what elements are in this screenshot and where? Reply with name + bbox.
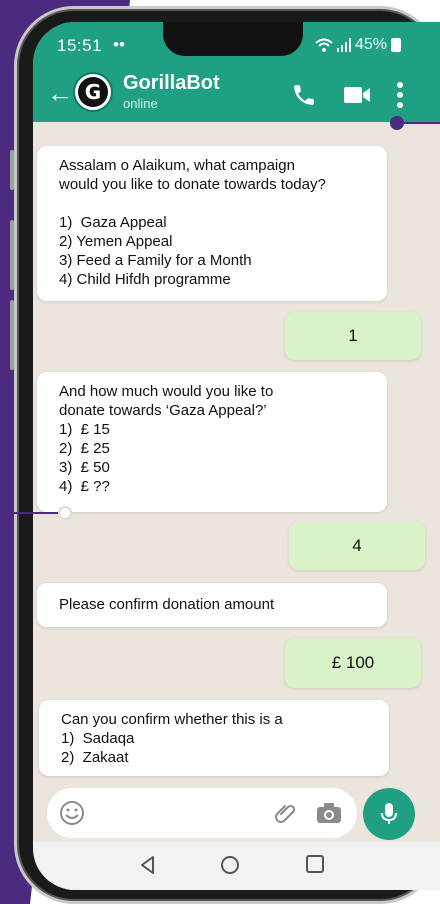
message-line: 3) Feed a Family for a Month [59,252,252,269]
message-input[interactable] [47,788,357,838]
chat-header: 15:51 •• 45% ← G GorillaBot online [33,22,440,122]
message-line: Assalam o Alaikum, what campaign [59,157,295,174]
message-line: 2) £ 25 [59,440,110,457]
status-indicators: 45% [315,36,402,54]
message-bubble-outgoing: 1 [285,312,421,360]
camera-notch [163,22,303,56]
message-bubble-outgoing: £ 100 [285,638,421,688]
annotation-line [0,512,58,514]
wifi-icon [315,38,333,52]
message-line: would you like to donate towards today? [59,176,326,193]
message-bubble-incoming: Assalam o Alaikum, what campaign would y… [37,146,387,301]
message-line: 3) £ 50 [59,459,110,476]
signal-icon [337,38,351,52]
message-line: 4) Child Hifdh programme [59,271,231,288]
camera-icon[interactable] [315,801,343,825]
mic-icon [381,803,397,824]
annotation-line [402,122,440,124]
avatar-logo: G [78,77,108,107]
mic-button[interactable] [363,788,415,840]
message-line [59,194,365,213]
message-line: 2) Zakaat [61,749,129,766]
avatar[interactable]: G [73,72,113,112]
battery-icon [391,38,402,52]
message-line: 2) Yemen Appeal [59,233,173,250]
message-line: 1) Gaza Appeal [59,214,167,231]
message-text: 4 [352,536,362,555]
annotation-dot [58,506,72,520]
attach-icon[interactable] [273,800,299,826]
battery-percent: 45% [355,36,388,53]
nav-recent-icon[interactable] [305,854,325,874]
message-bubble-outgoing: 4 [289,522,425,570]
phone-screen: 15:51 •• 45% ← G GorillaBot online Assal… [33,22,440,890]
phone-side-button [10,220,14,290]
message-bubble-incoming: And how much would you like to donate to… [37,372,387,512]
message-bubble-incoming: Please confirm donation amount [37,583,387,627]
back-arrow-icon[interactable]: ← [47,80,73,106]
system-nav-bar [33,842,440,890]
message-bubble-incoming: Can you confirm whether this is a 1) Sad… [39,700,389,776]
message-text: 1 [348,326,358,345]
video-icon[interactable] [343,84,371,106]
app-bar: ← G GorillaBot online [33,70,440,120]
chat-area[interactable]: Assalam o Alaikum, what campaign would y… [33,122,440,787]
phone-side-button [10,300,14,370]
message-line: 4) £ ?? [59,478,110,495]
nav-back-icon[interactable] [137,854,159,876]
more-icon[interactable] [395,80,405,110]
nav-home-icon[interactable] [219,854,241,876]
phone-icon[interactable] [291,82,317,108]
status-time: 15:51 [57,36,103,55]
emoji-icon[interactable] [59,800,85,826]
message-line: donate towards ‘Gaza Appeal?’ [59,402,267,419]
message-line: 1) Sadaqa [61,730,135,747]
phone-side-button [10,150,14,190]
message-text: £ 100 [331,653,375,672]
chat-status: online [123,96,158,111]
chat-title[interactable]: GorillaBot [123,72,220,95]
status-dots: •• [113,35,125,54]
message-line: Can you confirm whether this is a [61,711,283,728]
message-line: And how much would you like to [59,383,274,400]
message-line: 1) £ 15 [59,421,110,438]
message-line: Please confirm donation amount [59,596,275,613]
